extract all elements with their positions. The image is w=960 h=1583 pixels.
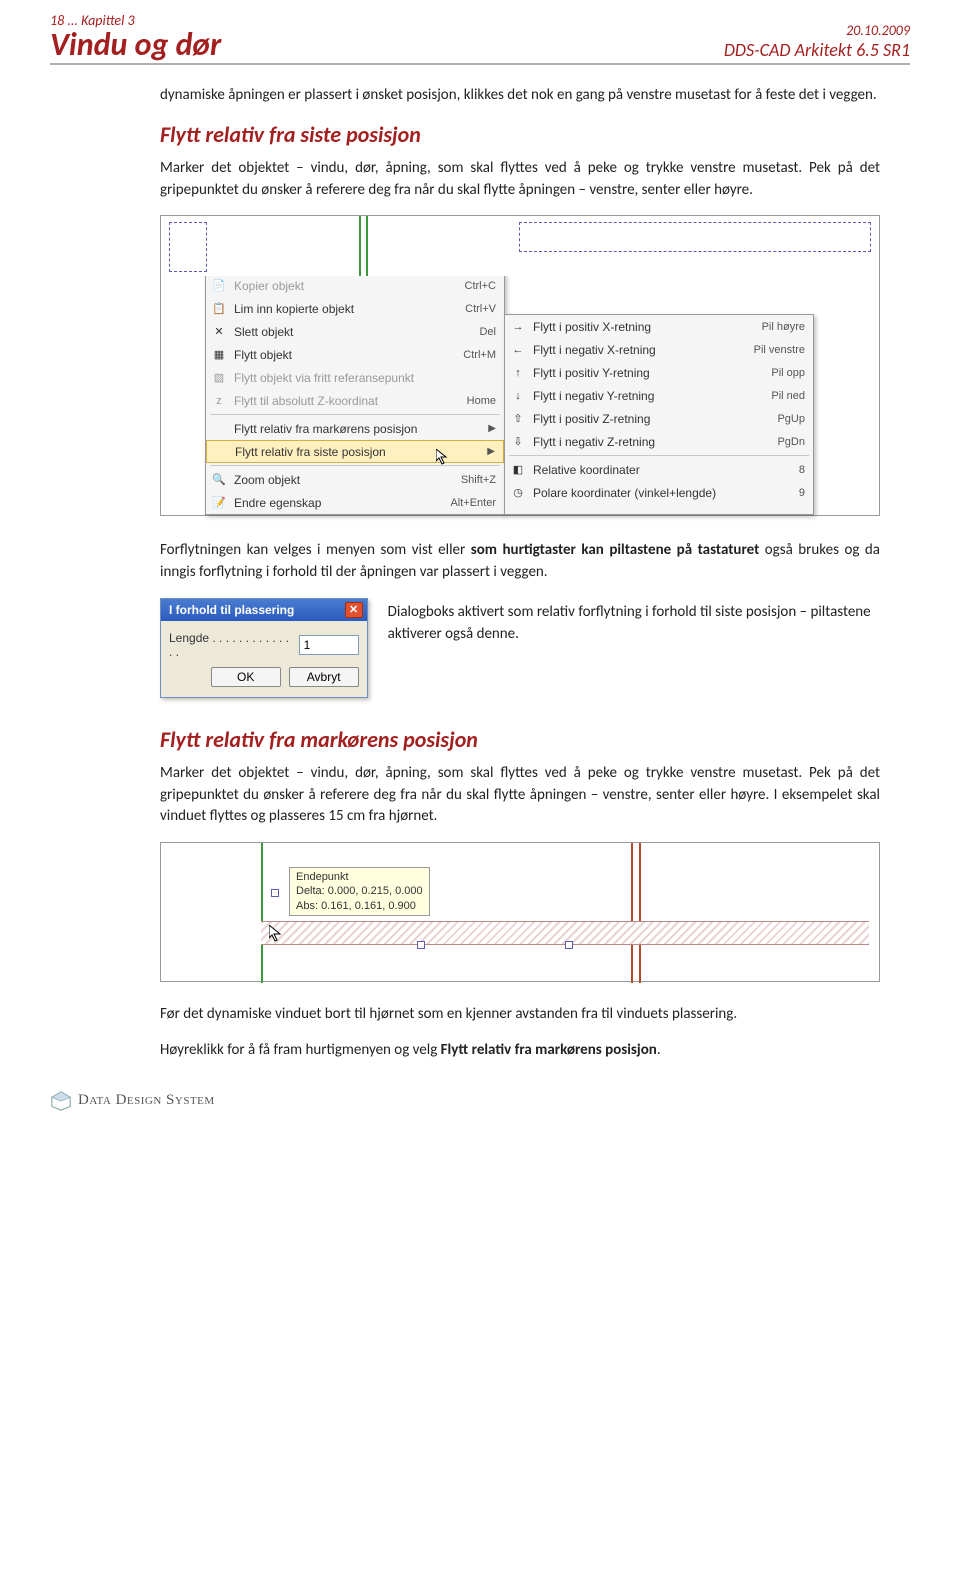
submenu-item-rel-coords[interactable]: ◧ Relative koordinater 8 — [505, 458, 813, 481]
menu-item-move-ref[interactable]: ▧ Flytt objekt via fritt referansepunkt — [206, 366, 504, 389]
menu-item-paste[interactable]: 📋 Lim inn kopierte objekt Ctrl+V — [206, 297, 504, 320]
cursor-icon — [269, 925, 287, 943]
arrow-down-icon: ↓ — [509, 388, 527, 404]
product-name: DDS-CAD Arkitekt 6.5 SR1 — [724, 39, 910, 61]
dialog-title: I forhold til plassering — [169, 603, 294, 617]
menu-item-move-z[interactable]: z Flytt til absolutt Z-koordinat Home — [206, 389, 504, 412]
copy-icon: 📄 — [210, 278, 228, 294]
page-header: 18 ... Kapittel 3 Vindu og dør 20.10.200… — [50, 12, 910, 65]
submenu-arrow-icon: ▶ — [487, 446, 495, 457]
section2-heading: Flytt relativ fra markørens posisjon — [160, 726, 880, 753]
arrow-left-icon: ← — [509, 342, 527, 358]
dds-logo-icon — [50, 1090, 72, 1112]
polar-coords-icon: ◷ — [509, 485, 527, 501]
zoom-icon: 🔍 — [210, 472, 228, 488]
section1-heading: Flytt relativ fra siste posisjon — [160, 121, 880, 148]
paste-icon: 📋 — [210, 301, 228, 317]
footer-company: Data Design System — [78, 1092, 215, 1109]
menu-item-move[interactable]: ▦ Flytt objekt Ctrl+M — [206, 343, 504, 366]
arrow-up-z-icon: ⇧ — [509, 411, 527, 427]
section1-paragraph: Marker det objektet – vindu, dør, åpning… — [160, 158, 880, 202]
context-submenu-move-direction: → Flytt i positiv X-retning Pil høyre ← … — [504, 314, 814, 515]
length-input[interactable] — [299, 635, 359, 655]
rel-coords-icon: ◧ — [509, 462, 527, 478]
menu-item-delete[interactable]: ✕ Slett objekt Del — [206, 320, 504, 343]
context-menu-main: 📄 Kopier objekt Ctrl+C 📋 Lim inn kopiert… — [205, 273, 505, 515]
submenu-item-z-pos[interactable]: ⇧ Flytt i positiv Z-retning PgUp — [505, 407, 813, 430]
submenu-item-y-neg[interactable]: ↓ Flytt i negativ Y-retning Pil ned — [505, 384, 813, 407]
move-icon: ▦ — [210, 347, 228, 363]
submenu-item-z-neg[interactable]: ⇩ Flytt i negativ Z-retning PgDn — [505, 430, 813, 453]
menu-item-move-rel-last[interactable]: Flytt relativ fra siste posisjon ▶ — [206, 440, 504, 463]
arrow-down-z-icon: ⇩ — [509, 434, 527, 450]
submenu-item-x-neg[interactable]: ← Flytt i negativ X-retning Pil venstre — [505, 338, 813, 361]
arrow-right-icon: → — [509, 319, 527, 335]
closing-para-1: Før det dynamiske vinduet bort til hjørn… — [160, 1004, 880, 1026]
section2-paragraph: Marker det objektet – vindu, dør, åpning… — [160, 763, 880, 828]
mid-paragraph: Forflytningen kan velges i menyen som vi… — [160, 540, 880, 584]
menu-item-zoom[interactable]: 🔍 Zoom objekt Shift+Z — [206, 468, 504, 491]
submenu-item-polar-coords[interactable]: ◷ Polare koordinater (vinkel+lengde) 9 — [505, 481, 813, 504]
ok-button[interactable]: OK — [211, 667, 281, 687]
closing-para-2: Høyreklikk for å få fram hurtigmenyen og… — [160, 1040, 880, 1062]
plan-view-screenshot: Endepunkt Delta: 0.000, 0.215, 0.000 Abs… — [160, 842, 880, 982]
context-menu-screenshot: 📄 Kopier objekt Ctrl+C 📋 Lim inn kopiert… — [160, 215, 880, 516]
length-dialog: I forhold til plassering ✕ Lengde . . . … — [160, 598, 368, 698]
page-title: Vindu og dør — [50, 29, 221, 61]
menu-item-copy[interactable]: 📄 Kopier objekt Ctrl+C — [206, 274, 504, 297]
submenu-item-y-pos[interactable]: ↑ Flytt i positiv Y-retning Pil opp — [505, 361, 813, 384]
page-date: 20.10.2009 — [724, 22, 910, 39]
close-button[interactable]: ✕ — [345, 602, 363, 618]
page-footer: Data Design System — [50, 1082, 910, 1112]
dialog-caption: Dialogboks aktivert som relativ forflytn… — [388, 602, 880, 646]
move-ref-icon: ▧ — [210, 370, 228, 386]
delete-icon: ✕ — [210, 324, 228, 340]
snap-tooltip: Endepunkt Delta: 0.000, 0.215, 0.000 Abs… — [289, 867, 430, 916]
menu-item-properties[interactable]: 📝 Endre egenskap Alt+Enter — [206, 491, 504, 514]
z-icon: z — [210, 393, 228, 409]
cancel-button[interactable]: Avbryt — [289, 667, 359, 687]
submenu-item-x-pos[interactable]: → Flytt i positiv X-retning Pil høyre — [505, 315, 813, 338]
intro-paragraph: dynamiske åpningen er plassert i ønsket … — [160, 85, 880, 107]
arrow-up-icon: ↑ — [509, 365, 527, 381]
properties-icon: 📝 — [210, 495, 228, 511]
submenu-arrow-icon: ▶ — [488, 423, 496, 434]
length-label: Lengde . . . . . . . . . . . . . . — [169, 631, 293, 659]
menu-item-move-rel-cursor[interactable]: Flytt relativ fra markørens posisjon ▶ — [206, 417, 504, 440]
